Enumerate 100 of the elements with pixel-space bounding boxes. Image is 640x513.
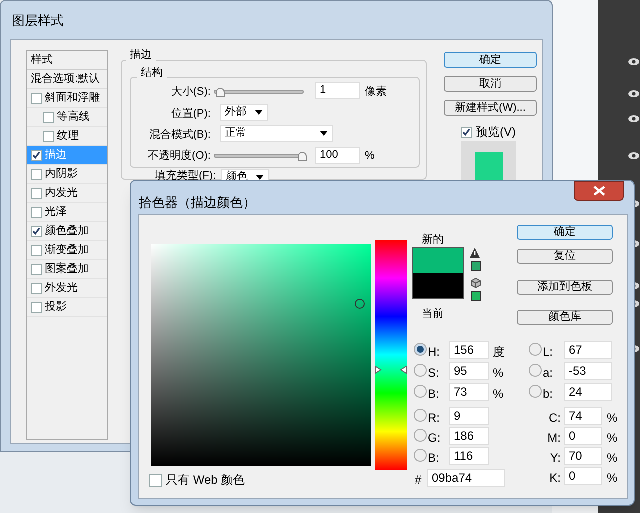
input-field[interactable]: -53: [564, 362, 612, 380]
checkbox[interactable]: [31, 206, 42, 218]
input-field[interactable]: 116: [449, 447, 489, 465]
dropdown[interactable]: 外部: [220, 104, 268, 121]
radio-button[interactable]: [414, 364, 427, 377]
list-item[interactable]: 外发光: [27, 279, 107, 298]
field-label: 大小(S):: [170, 85, 211, 100]
slider-thumb[interactable]: [298, 152, 307, 161]
color-swatch: [474, 152, 502, 180]
color-swatch[interactable]: [471, 291, 481, 301]
input-field[interactable]: 0: [564, 467, 602, 485]
cube-icon[interactable]: [471, 278, 481, 288]
field-label: C:: [548, 410, 561, 427]
field-label: %: [493, 386, 504, 403]
checkbox[interactable]: [31, 150, 42, 160]
swatch-label: 当前: [422, 307, 444, 322]
checkbox[interactable]: [31, 188, 42, 198]
button[interactable]: 新建样式(W)...: [444, 100, 537, 116]
current-color-swatch: [413, 273, 463, 298]
window-title: 拾色器（描边颜色）: [139, 194, 256, 212]
eye-icon[interactable]: [628, 152, 640, 160]
button[interactable]: 颜色库: [517, 310, 613, 325]
radio-button[interactable]: [529, 364, 542, 377]
new-color-swatch: [413, 248, 463, 273]
radio-button[interactable]: [414, 409, 427, 422]
checkbox[interactable]: [31, 92, 42, 104]
field-label: B:: [428, 450, 440, 467]
list-item[interactable]: 斜面和浮雕: [27, 89, 107, 108]
radio-button[interactable]: [414, 385, 427, 398]
button[interactable]: 添加到色板: [517, 280, 613, 295]
list-header: 样式: [27, 51, 107, 70]
field-label: L:: [543, 344, 554, 361]
checkbox[interactable]: [31, 282, 42, 294]
input-field[interactable]: 0: [564, 427, 602, 445]
list-item[interactable]: 内发光: [27, 184, 107, 203]
checkbox[interactable]: [461, 126, 472, 138]
color-swatch[interactable]: [471, 261, 481, 271]
button[interactable]: 确定: [517, 225, 613, 240]
slider-track[interactable]: [214, 154, 304, 158]
input-field[interactable]: 70: [564, 447, 602, 465]
list-item[interactable]: 图案叠加: [27, 260, 107, 279]
input-field[interactable]: 100: [315, 147, 360, 164]
field-label: %: [607, 470, 618, 487]
slider-track[interactable]: [214, 90, 304, 94]
button[interactable]: 复位: [517, 249, 613, 264]
eye-icon[interactable]: [628, 90, 640, 98]
group-title: 描边: [126, 47, 156, 64]
field-label: R:: [428, 410, 440, 427]
radio-button[interactable]: [529, 385, 542, 398]
button[interactable]: 取消: [444, 76, 537, 92]
radio-button[interactable]: [414, 343, 427, 356]
checkbox[interactable]: [43, 112, 54, 122]
picker-cursor[interactable]: [355, 298, 365, 309]
checkbox[interactable]: [149, 474, 162, 486]
input-field[interactable]: 156: [449, 341, 489, 359]
checkbox[interactable]: [31, 226, 42, 236]
color-field[interactable]: [151, 244, 371, 466]
slider-thumb[interactable]: [216, 88, 225, 97]
field-label: M:: [546, 430, 561, 447]
checkbox[interactable]: [31, 244, 42, 256]
list-item[interactable]: 颜色叠加: [27, 222, 107, 241]
close-button[interactable]: [574, 181, 624, 201]
input-field[interactable]: 9: [449, 407, 489, 425]
eye-icon[interactable]: [628, 115, 640, 123]
radio-button[interactable]: [414, 449, 427, 462]
hue-slider[interactable]: [375, 240, 407, 470]
list-item[interactable]: 投影: [27, 298, 107, 317]
field-label: %: [607, 430, 618, 447]
field-label: b:: [543, 386, 554, 403]
field-label: %: [607, 410, 618, 427]
input-field[interactable]: 74: [564, 407, 602, 425]
checkbox-label: 预览(V): [476, 124, 516, 141]
close-icon: [592, 186, 606, 196]
field-label: H:: [428, 344, 440, 361]
slider-thumb[interactable]: [375, 366, 407, 374]
list-item[interactable]: 混合选项:默认: [27, 70, 107, 89]
input-field[interactable]: 24: [564, 383, 612, 401]
dropdown[interactable]: 正常: [220, 125, 333, 142]
input-field[interactable]: 1: [315, 82, 360, 99]
eye-icon[interactable]: [628, 58, 640, 66]
list-item[interactable]: 渐变叠加: [27, 241, 107, 260]
radio-button[interactable]: [414, 429, 427, 442]
checkbox[interactable]: [43, 130, 54, 142]
warning-icon[interactable]: [470, 248, 480, 258]
field-label: 混合模式(B):: [148, 128, 211, 143]
list-item[interactable]: 光泽: [27, 203, 107, 222]
list-item[interactable]: 等高线: [27, 108, 107, 127]
input-field[interactable]: 95: [449, 362, 489, 380]
window-title: 图层样式: [12, 12, 64, 30]
input-field[interactable]: 09ba74: [427, 469, 505, 487]
field-label: a:: [543, 365, 554, 382]
checkbox[interactable]: [31, 264, 42, 274]
checkbox[interactable]: [31, 302, 42, 312]
input-field[interactable]: 186: [449, 427, 489, 445]
input-field[interactable]: 73: [449, 383, 489, 401]
radio-button[interactable]: [529, 343, 542, 356]
input-field[interactable]: 67: [564, 341, 612, 359]
checkbox[interactable]: [31, 168, 42, 180]
list-item[interactable]: 内阴影: [27, 165, 107, 184]
button[interactable]: 确定: [444, 52, 537, 68]
